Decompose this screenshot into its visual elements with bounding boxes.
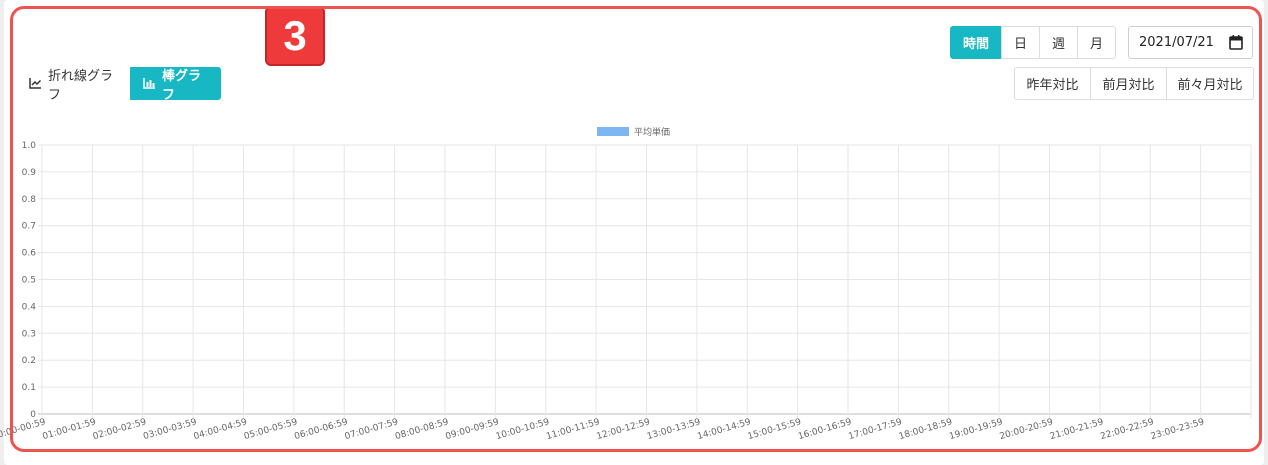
- y-tick-label: 0.8: [22, 195, 37, 205]
- y-tick-label: 0.5: [22, 276, 36, 286]
- legend-label: 平均単価: [634, 126, 670, 138]
- x-tick-label: 07:00-07:59: [344, 417, 400, 442]
- y-tick-label: 0.9: [22, 168, 37, 178]
- x-tick-label: 13:00-13:59: [646, 417, 702, 442]
- y-tick-label: 0.1: [22, 383, 36, 393]
- bar-chart: 0 0.1 0.2 0.3 0.4 0.5 0.6 0.7 0.8 0.9 1.0 00:00-00:…: [0, 126, 1252, 442]
- y-tick-label: 0.6: [22, 249, 37, 259]
- x-tick-label: 05:00-05:59: [243, 417, 299, 442]
- x-tick-label: 22:00-22:59: [1099, 417, 1155, 442]
- x-tick-label: 20:00-20:59: [999, 417, 1055, 442]
- legend-swatch: [597, 127, 629, 136]
- x-tick-label: 23:00-23:59: [1150, 417, 1206, 442]
- x-tick-label: 12:00-12:59: [596, 417, 652, 442]
- x-tick-label: 18:00-18:59: [898, 417, 954, 442]
- x-tick-label: 04:00-04:59: [193, 417, 249, 442]
- x-tick-label: 21:00-21:59: [1049, 417, 1105, 442]
- x-tick-label: 00:00-00:59: [0, 417, 47, 442]
- x-tick-label: 02:00-02:59: [92, 417, 148, 442]
- x-tick-label: 01:00-01:59: [41, 417, 97, 442]
- y-tick-label: 0.2: [22, 356, 36, 366]
- y-tick-label: 0.4: [22, 302, 37, 312]
- y-tick-label: 0.7: [22, 222, 36, 232]
- x-tick-label: 06:00-06:59: [293, 417, 349, 442]
- x-tick-label: 11:00-11:59: [545, 417, 601, 442]
- x-tick-label: 19:00-19:59: [948, 417, 1004, 442]
- y-tick-label: 0.3: [22, 329, 36, 339]
- x-tick-label: 14:00-14:59: [696, 417, 752, 442]
- x-tick-label: 03:00-03:59: [142, 417, 198, 442]
- x-tick-label: 08:00-08:59: [394, 417, 450, 442]
- x-tick-label: 17:00-17:59: [847, 417, 903, 442]
- x-tick-label: 09:00-09:59: [444, 417, 500, 442]
- x-tick-label: 10:00-10:59: [495, 417, 551, 442]
- y-tick-label: 0: [30, 410, 36, 420]
- x-tick-label: 16:00-16:59: [797, 417, 853, 442]
- x-tick-label: 15:00-15:59: [747, 417, 803, 442]
- y-tick-label: 1.0: [22, 141, 37, 151]
